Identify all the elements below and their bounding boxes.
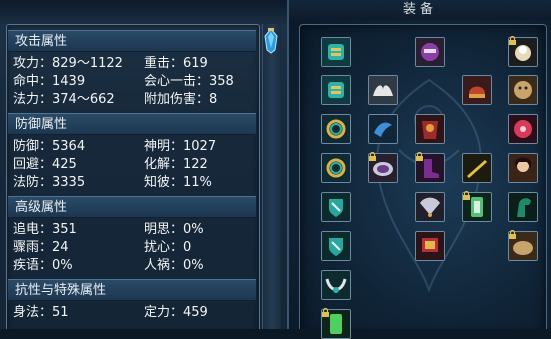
- stat-magic-power: 法力：374～662: [13, 92, 115, 107]
- slot-pet-horse[interactable]: [508, 192, 538, 222]
- blue-bird-icon: [369, 115, 397, 143]
- lock-icon: [463, 191, 470, 200]
- stat-clarity: 明思：0%: [144, 222, 204, 237]
- white-necklace-icon: [322, 271, 350, 299]
- lock-icon: [322, 308, 329, 317]
- scroll-thumb-gem-icon[interactable]: [263, 28, 279, 54]
- section-resist: 抗性与特殊属性: [8, 279, 256, 301]
- stat-heavy-strike: 重击：619: [144, 56, 208, 71]
- red-armor-icon: [416, 115, 444, 143]
- teal-bracer-icon: [322, 76, 350, 104]
- slot-mask[interactable]: [415, 37, 445, 67]
- gold-fan-icon: [416, 193, 444, 221]
- slot-bracer-right[interactable]: [321, 75, 351, 105]
- lock-icon: [416, 152, 423, 161]
- stat-magic-defense: 法防：3335: [13, 175, 86, 190]
- teal-bracer-icon: [322, 38, 350, 66]
- slot-mount-wings[interactable]: [368, 75, 398, 105]
- slot-armor[interactable]: [415, 114, 445, 144]
- stat-agility: 身法：51: [13, 305, 69, 320]
- gold-ring-icon: [322, 154, 350, 182]
- teal-shield-icon: [322, 193, 350, 221]
- stat-accuracy: 命中：1439: [13, 74, 86, 89]
- gold-horn-icon: [463, 154, 491, 182]
- stat-divinity: 神明：1027: [144, 139, 217, 154]
- slot-bracer-left[interactable]: [321, 37, 351, 67]
- teal-shield-icon: [322, 232, 350, 260]
- red-helmet-icon: [463, 76, 491, 104]
- section-defense: 防御属性: [8, 113, 256, 135]
- stat-critical: 会心一击：358: [144, 74, 234, 89]
- red-flower-icon: [509, 115, 537, 143]
- gold-ring-icon: [322, 115, 350, 143]
- stat-evasion: 回避：425: [13, 157, 77, 172]
- tan-beast-icon: [509, 76, 537, 104]
- slot-shield-1[interactable]: [321, 192, 351, 222]
- slot-pet-girl[interactable]: [508, 153, 538, 183]
- stat-disturb: 扰心：0: [144, 240, 192, 255]
- slot-fan[interactable]: [415, 192, 445, 222]
- slot-ring-1[interactable]: [321, 114, 351, 144]
- stat-insight: 知彼：11%: [144, 175, 212, 190]
- stat-calamity: 人祸：0%: [144, 258, 204, 273]
- green-horse-icon: [509, 193, 537, 221]
- stat-dissolve: 化解：122: [144, 157, 208, 172]
- slot-shield-2[interactable]: [321, 231, 351, 261]
- gold-flag-icon: [416, 232, 444, 260]
- slot-ring-2[interactable]: [321, 153, 351, 183]
- stat-composure: 定力：459: [144, 305, 208, 320]
- slot-flag[interactable]: [415, 231, 445, 261]
- slot-pet-flower[interactable]: [508, 114, 538, 144]
- portrait-icon: [509, 154, 537, 182]
- slot-horn[interactable]: [462, 153, 492, 183]
- stat-extra-damage: 附加伤害：8: [144, 92, 218, 107]
- slot-pet-beast[interactable]: [508, 75, 538, 105]
- lock-icon: [509, 36, 516, 45]
- lock-icon: [369, 152, 376, 161]
- section-attack: 攻击属性: [8, 30, 256, 52]
- purple-mask-icon: [416, 38, 444, 66]
- scrollbar-track[interactable]: [262, 24, 281, 329]
- slot-helmet[interactable]: [462, 75, 492, 105]
- stat-defense: 防御：5364: [13, 139, 86, 154]
- panel-top-strip: [0, 0, 287, 24]
- section-advanced: 高级属性: [8, 196, 256, 218]
- slot-necklace[interactable]: [321, 270, 351, 300]
- equipment-title: 装备: [289, 0, 551, 20]
- slot-spirit-bird[interactable]: [368, 114, 398, 144]
- lock-icon: [509, 230, 516, 239]
- white-wings-icon: [369, 76, 397, 104]
- stat-storm: 骤雨：24: [13, 240, 69, 255]
- attribute-panel: 攻击属性 攻力：829～1122 重击：619 命中：1439 会心一击：358…: [0, 0, 289, 329]
- stat-attack: 攻力：829～1122: [13, 56, 123, 71]
- stat-lightning: 追电：351: [13, 222, 77, 237]
- stat-quick-speech: 疾语：0%: [13, 258, 73, 273]
